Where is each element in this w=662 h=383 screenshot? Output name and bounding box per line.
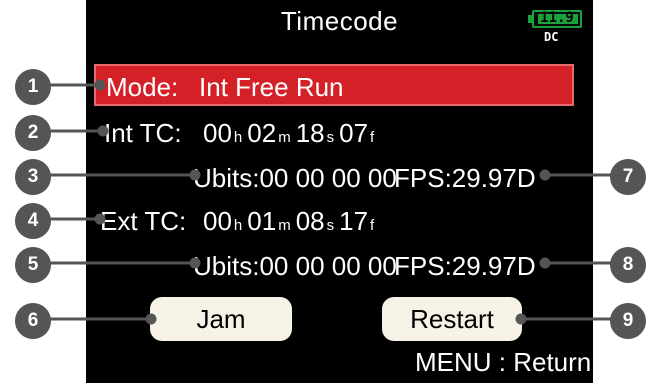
callout-9: 9 [610, 303, 646, 339]
callout-4: 4 [15, 203, 51, 239]
callout-6: 6 [15, 303, 51, 339]
callout-1: 1 [15, 69, 51, 105]
callout-3: 3 [15, 159, 51, 195]
callout-5: 5 [15, 247, 51, 283]
callout-7: 7 [610, 159, 646, 195]
callout-8: 8 [610, 247, 646, 283]
callout-2: 2 [15, 115, 51, 151]
callout-leader-lines [48, 79, 613, 325]
